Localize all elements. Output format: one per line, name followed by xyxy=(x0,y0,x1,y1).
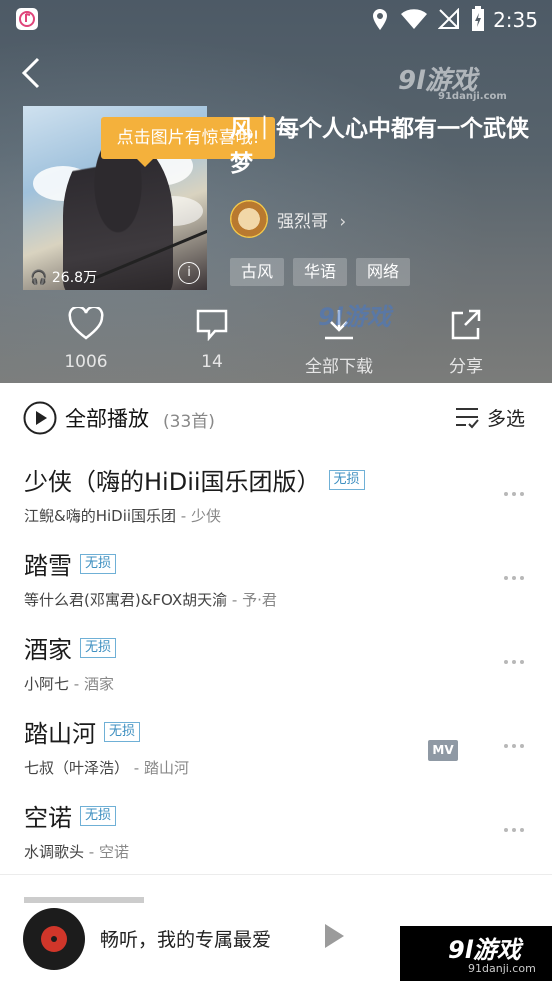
status-bar: 2:35 xyxy=(0,0,552,38)
song-title: 酒家 xyxy=(24,636,72,664)
comment-icon xyxy=(196,309,228,341)
more-options-icon[interactable] xyxy=(504,744,528,750)
song-title: 空诺 xyxy=(24,804,72,832)
tag-gufeng[interactable]: 古风 xyxy=(230,258,284,286)
song-row[interactable]: 踏雪 无损 等什么君(邓寓君)&FOX胡天渝 - 予·君 xyxy=(0,538,552,623)
song-album: - 踏山河 xyxy=(129,759,189,777)
status-time: 2:35 xyxy=(493,8,538,32)
author-link[interactable]: 强烈哥 › xyxy=(277,207,346,232)
wifi-icon xyxy=(401,9,427,29)
author-avatar[interactable] xyxy=(230,200,268,238)
like-count: 1006 xyxy=(64,352,108,372)
more-options-icon[interactable] xyxy=(504,660,528,666)
share-icon xyxy=(451,309,481,340)
app-notification-icon xyxy=(16,8,38,30)
headphone-icon: 🎧 xyxy=(30,270,48,286)
lossless-badge: 无损 xyxy=(328,470,365,490)
multi-select-button[interactable]: 多选 xyxy=(454,403,532,433)
comment-button[interactable]: 14 xyxy=(167,307,257,372)
more-options-icon[interactable] xyxy=(504,576,528,582)
battery-icon xyxy=(472,6,484,31)
more-options-icon[interactable] xyxy=(504,828,528,834)
like-button[interactable]: 1006 xyxy=(41,307,131,372)
chevron-right-icon: › xyxy=(339,212,347,232)
watermark-logo-2: 9l游戏 xyxy=(318,303,391,331)
song-count: (33首) xyxy=(163,412,215,432)
heart-icon xyxy=(68,307,104,340)
song-artist: 小阿七 xyxy=(24,675,70,693)
song-title: 踏山河 xyxy=(24,720,96,748)
share-button[interactable]: 分享 xyxy=(421,307,511,377)
song-title: 踏雪 xyxy=(24,552,72,580)
back-arrow-icon[interactable] xyxy=(14,55,50,91)
play-all-row: 全部播放 (33首) 多选 xyxy=(0,383,552,453)
song-album: - 予·君 xyxy=(227,591,277,609)
lossless-badge: 无损 xyxy=(104,722,141,742)
play-circle-icon xyxy=(23,401,57,435)
album-disc[interactable] xyxy=(23,908,85,970)
tag-wangluo[interactable]: 网络 xyxy=(356,258,410,286)
location-icon xyxy=(373,9,387,30)
song-title: 少侠（嗨的HiDii国乐团版） xyxy=(24,468,321,496)
no-signal-icon xyxy=(438,8,459,29)
song-row[interactable]: 踏山河 无损 七叔（叶泽浩） - 踏山河 MV xyxy=(0,706,552,791)
song-album: - 酒家 xyxy=(69,675,114,693)
watermark-logo: 9l游戏 91danji.com xyxy=(398,66,507,102)
lossless-badge: 无损 xyxy=(80,806,117,826)
play-icon[interactable] xyxy=(325,924,344,948)
comment-count: 14 xyxy=(201,352,223,372)
mv-button[interactable]: MV xyxy=(428,740,458,761)
info-icon[interactable]: i xyxy=(178,262,200,284)
song-row-partial xyxy=(24,885,174,905)
song-artist: 水调歌头 xyxy=(24,843,85,861)
song-row[interactable]: 空诺 无损 水调歌头 - 空诺 xyxy=(0,790,552,875)
song-row[interactable]: 酒家 无损 小阿七 - 酒家 xyxy=(0,622,552,707)
more-options-icon[interactable] xyxy=(504,492,528,498)
song-artist: 江鲵&嗨的HiDii国乐团 xyxy=(24,507,177,525)
play-count: 🎧 26.8万 xyxy=(30,270,98,286)
song-album: - 空诺 xyxy=(84,843,129,861)
song-album: - 少侠 xyxy=(176,507,221,525)
playlist-title: 风｜每个人心中都有一个武侠梦 xyxy=(230,116,529,177)
multi-select-icon xyxy=(456,408,479,429)
tag-huayu[interactable]: 华语 xyxy=(293,258,347,286)
now-playing-text: 畅听，我的专属最爱 xyxy=(100,929,272,951)
lossless-badge: 无损 xyxy=(80,554,117,574)
song-artist: 七叔（叶泽浩） xyxy=(24,759,130,777)
watermark-logo-bottom: 9l游戏 91danji.com xyxy=(400,926,552,981)
song-artist: 等什么君(邓寓君)&FOX胡天渝 xyxy=(24,591,228,609)
song-row[interactable]: 少侠（嗨的HiDii国乐团版） 无损 江鲵&嗨的HiDii国乐团 - 少侠 xyxy=(0,454,552,539)
lossless-badge: 无损 xyxy=(80,638,117,658)
